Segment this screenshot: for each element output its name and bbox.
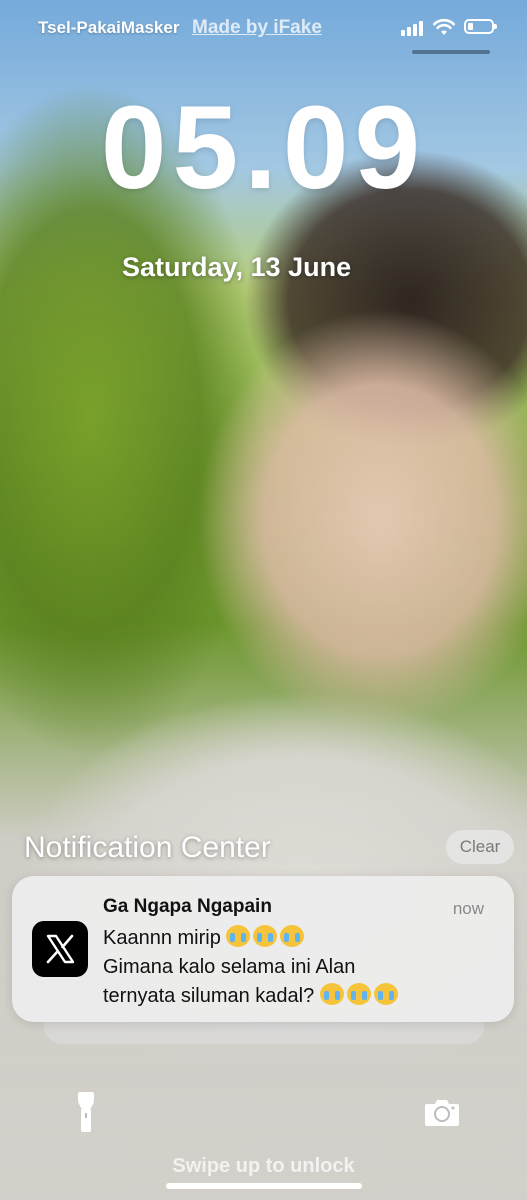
crying-face-emoji xyxy=(226,925,251,947)
watermark-text: Made by iFake xyxy=(192,17,322,38)
wifi-icon xyxy=(432,18,456,35)
carrier-name: Tsel-PakaiMasker xyxy=(38,18,180,37)
lockscreen-date: Saturday, 13 June xyxy=(122,252,352,282)
notification-line-2: Gimana kalo selama ini Alan xyxy=(103,956,356,978)
notification-line-1: Kaannn mirip xyxy=(103,924,493,953)
clear-button[interactable]: Clear xyxy=(446,830,514,864)
camera-icon[interactable] xyxy=(424,1097,460,1127)
crying-face-emoji xyxy=(373,983,398,1005)
battery-icon xyxy=(464,19,497,34)
crying-face-emoji xyxy=(280,925,305,947)
flashlight-icon[interactable] xyxy=(74,1090,98,1134)
control-center-indicator[interactable] xyxy=(412,50,490,54)
notification-line-3: ternyata siluman kadal? xyxy=(103,982,493,1011)
notification-title: Ga Ngapa Ngapain xyxy=(103,896,272,917)
lockscreen-time: 05.09 xyxy=(100,82,427,214)
notification-line-1-text: Kaannn mirip xyxy=(103,927,221,949)
notification-time: now xyxy=(452,899,484,918)
home-indicator[interactable] xyxy=(166,1183,362,1189)
crying-face-emoji xyxy=(319,983,344,1005)
notification-center-title: Notification Center xyxy=(24,831,271,864)
status-bar: Tsel-PakaiMasker Made by iFake xyxy=(0,14,527,42)
x-logo-icon xyxy=(32,921,88,977)
swipe-to-unlock-text: Swipe up to unlock xyxy=(172,1155,355,1177)
notification-card[interactable]: Ga Ngapa Ngapain now Kaannn mirip Gimana… xyxy=(12,876,514,1022)
cellular-signal-icon xyxy=(401,20,423,36)
notification-body: Kaannn mirip Gimana kalo selama ini Alan… xyxy=(103,924,493,1011)
crying-face-emoji xyxy=(346,983,371,1005)
notification-line-3-text: ternyata siluman kadal? xyxy=(103,985,315,1007)
crying-face-emoji xyxy=(253,925,278,947)
notification-stack-edge xyxy=(44,1020,484,1044)
